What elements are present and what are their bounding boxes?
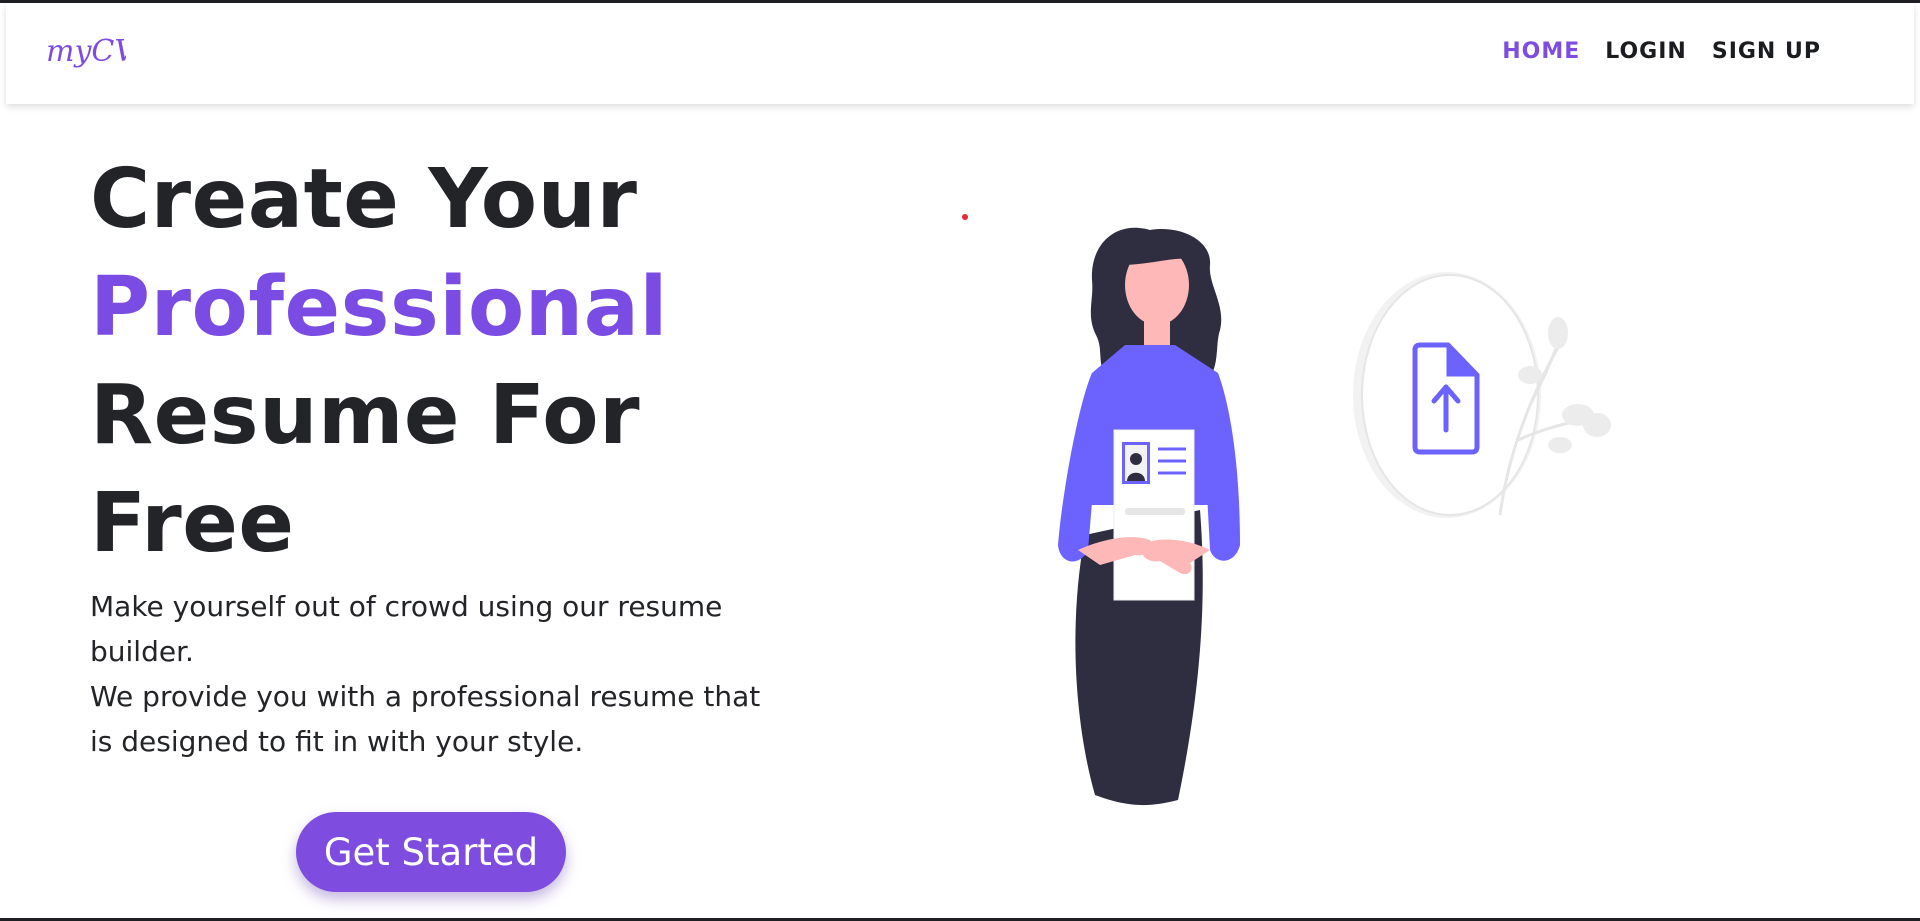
logo-text: myCV [46,34,126,69]
hero-title-accent: Professional [90,260,669,355]
resume-document [1113,429,1195,601]
hero-description: Make yourself out of crowd using our res… [90,584,790,764]
nav-login-link[interactable]: LOGIN [1605,39,1687,64]
nav-home-link[interactable]: HOME [1502,39,1580,64]
hero-description-line2: We provide you with a professional resum… [90,680,761,758]
decorative-red-dot [962,214,968,220]
nav-signup-link[interactable]: SIGN UP [1712,39,1821,64]
upload-badge [1353,272,1611,518]
hero-illustration [1058,227,1611,806]
main-nav: HOME LOGIN SIGN UP [1502,39,1821,64]
logo[interactable]: myCV [44,25,126,89]
hero-title-line4: Free [90,476,295,571]
get-started-button[interactable]: Get Started [296,812,566,892]
hero-description-line1: Make yourself out of crowd using our res… [90,590,723,668]
hero-title-line1: Create Your [90,152,638,247]
navbar: myCV HOME LOGIN SIGN UP [6,3,1914,104]
hero-title-line3: Resume For [90,368,641,463]
hero-title: Create Your Professional Resume For Free [90,146,668,578]
